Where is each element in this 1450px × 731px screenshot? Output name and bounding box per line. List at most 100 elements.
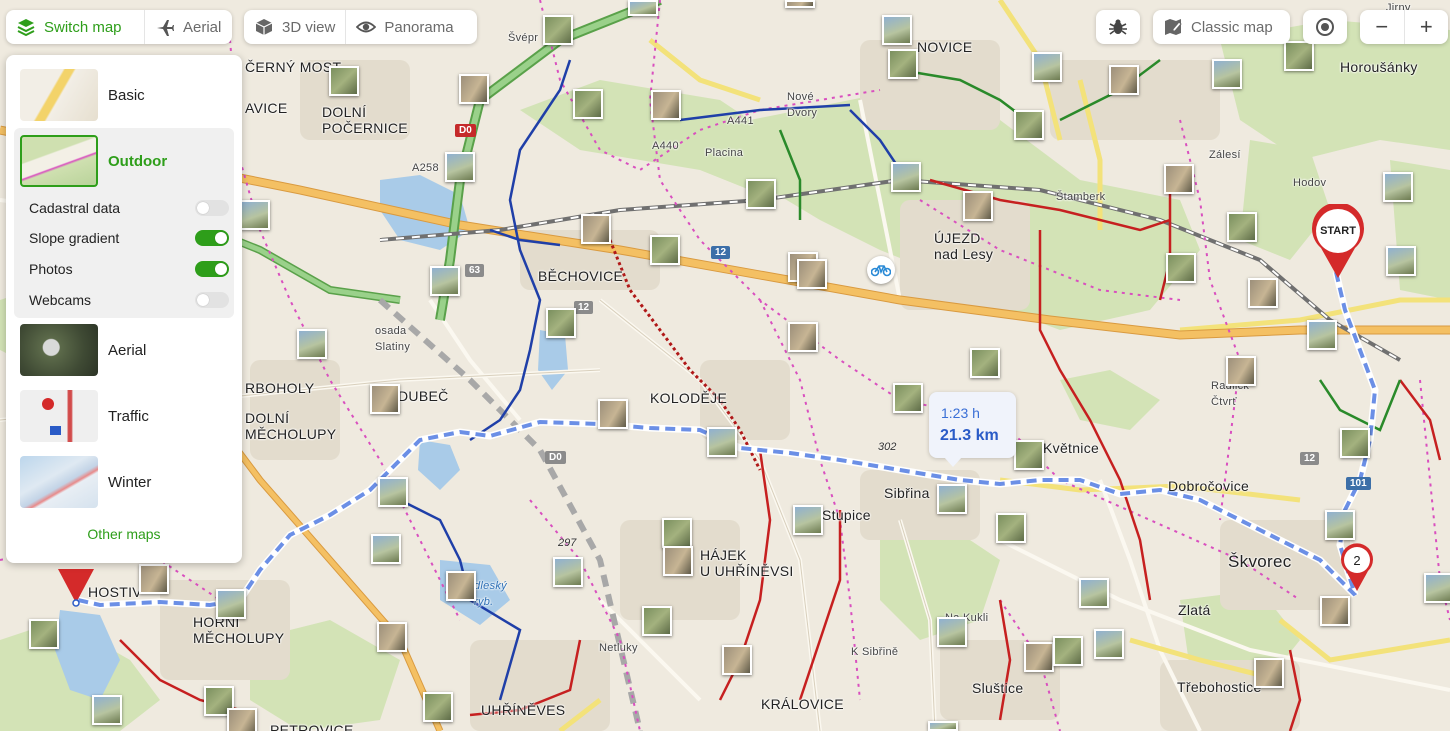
photo-thumbnail[interactable] xyxy=(891,162,921,192)
photo-thumbnail[interactable] xyxy=(888,49,918,79)
photo-thumbnail[interactable] xyxy=(430,266,460,296)
map-option-winter[interactable]: Winter xyxy=(6,451,242,513)
photo-thumbnail[interactable] xyxy=(1014,110,1044,140)
photo-thumbnail[interactable] xyxy=(1248,278,1278,308)
start-marker[interactable]: START xyxy=(1311,202,1365,280)
photo-thumbnail[interactable] xyxy=(1340,428,1370,458)
photo-thumbnail[interactable] xyxy=(240,200,270,230)
photo-thumbnail[interactable] xyxy=(970,348,1000,378)
photo-thumbnail[interactable] xyxy=(893,383,923,413)
photo-thumbnail[interactable] xyxy=(377,622,407,652)
elevation-label: 297 xyxy=(558,537,577,549)
photo-thumbnail[interactable] xyxy=(628,0,658,16)
photo-thumbnail[interactable] xyxy=(139,564,169,594)
photo-thumbnail[interactable] xyxy=(1053,636,1083,666)
photo-thumbnail[interactable] xyxy=(963,191,993,221)
photo-thumbnail[interactable] xyxy=(1227,212,1257,242)
bug-report-button[interactable] xyxy=(1096,10,1140,44)
photo-thumbnail[interactable] xyxy=(722,645,752,675)
photo-thumbnail[interactable] xyxy=(1320,596,1350,626)
photo-thumbnail[interactable] xyxy=(543,15,573,45)
photo-thumbnail[interactable] xyxy=(29,619,59,649)
road-shield-63: 63 xyxy=(465,264,485,277)
photo-thumbnail[interactable] xyxy=(1212,59,1242,89)
photo-thumbnail[interactable] xyxy=(650,235,680,265)
photo-thumbnail[interactable] xyxy=(216,589,246,619)
photo-thumbnail[interactable] xyxy=(1383,172,1413,202)
photo-thumbnail[interactable] xyxy=(1079,578,1109,608)
option-webcams[interactable]: Webcams xyxy=(29,289,229,311)
photo-thumbnail[interactable] xyxy=(1325,510,1355,540)
photo-thumbnail[interactable] xyxy=(797,259,827,289)
photo-thumbnail[interactable] xyxy=(371,534,401,564)
photo-thumbnail[interactable] xyxy=(378,477,408,507)
photo-thumbnail[interactable] xyxy=(785,0,815,8)
classic-map-button[interactable]: Classic map xyxy=(1153,10,1290,44)
place-label: DUBEČ xyxy=(398,388,449,404)
map-option-basic[interactable]: Basic xyxy=(6,64,242,126)
option-cadastral-data[interactable]: Cadastral data xyxy=(29,197,229,219)
aerial-button[interactable]: Aerial xyxy=(145,10,231,44)
webcams-toggle[interactable] xyxy=(195,292,229,308)
photo-thumbnail[interactable] xyxy=(573,89,603,119)
photo-thumbnail[interactable] xyxy=(423,692,453,722)
photo-thumbnail[interactable] xyxy=(553,557,583,587)
photo-thumbnail[interactable] xyxy=(882,15,912,45)
photo-thumbnail[interactable] xyxy=(663,546,693,576)
photo-thumbnail[interactable] xyxy=(1226,356,1256,386)
photo-thumbnail[interactable] xyxy=(227,708,257,731)
photo-thumbnail[interactable] xyxy=(445,152,475,182)
photo-thumbnail[interactable] xyxy=(1307,320,1337,350)
cadastral-toggle[interactable] xyxy=(195,200,229,216)
photo-thumbnail[interactable] xyxy=(937,617,967,647)
photo-thumbnail[interactable] xyxy=(1014,440,1044,470)
photo-thumbnail[interactable] xyxy=(1166,253,1196,283)
photo-thumbnail[interactable] xyxy=(297,329,327,359)
option-photos[interactable]: Photos xyxy=(29,258,229,280)
slope-gradient-toggle[interactable] xyxy=(195,230,229,246)
photo-thumbnail[interactable] xyxy=(1284,41,1314,71)
map-option-outdoor[interactable]: Outdoor xyxy=(6,130,242,192)
photo-thumbnail[interactable] xyxy=(996,513,1026,543)
photo-thumbnail[interactable] xyxy=(92,695,122,725)
photo-thumbnail[interactable] xyxy=(370,384,400,414)
photo-thumbnail[interactable] xyxy=(446,571,476,601)
bicycle-poi-icon[interactable] xyxy=(867,256,895,284)
zoom-in-button[interactable]: + xyxy=(1405,10,1449,44)
photo-thumbnail[interactable] xyxy=(707,427,737,457)
zoom-out-button[interactable]: − xyxy=(1360,10,1404,44)
photo-thumbnail[interactable] xyxy=(329,66,359,96)
photo-thumbnail[interactable] xyxy=(651,90,681,120)
photo-thumbnail[interactable] xyxy=(546,308,576,338)
photo-thumbnail[interactable] xyxy=(1254,658,1284,688)
waypoint-marker[interactable]: 2 xyxy=(1340,543,1374,593)
place-label: ČERNÝ MOST xyxy=(245,59,342,75)
3d-view-button[interactable]: 3D view xyxy=(244,10,345,44)
photo-thumbnail[interactable] xyxy=(459,74,489,104)
switch-map-button[interactable]: Switch map xyxy=(6,10,144,44)
other-maps-link[interactable]: Other maps xyxy=(6,526,242,542)
photo-thumbnail[interactable] xyxy=(1024,642,1054,672)
route-info-bubble[interactable]: 1:23 h 21.3 km xyxy=(929,392,1016,467)
photo-thumbnail[interactable] xyxy=(788,322,818,352)
map-option-traffic[interactable]: Traffic xyxy=(6,385,242,447)
photo-thumbnail[interactable] xyxy=(746,179,776,209)
photo-thumbnail[interactable] xyxy=(1094,629,1124,659)
locate-me-button[interactable] xyxy=(1303,10,1347,44)
photo-thumbnail[interactable] xyxy=(642,606,672,636)
photos-toggle[interactable] xyxy=(195,261,229,277)
photo-thumbnail[interactable] xyxy=(1032,52,1062,82)
photo-thumbnail[interactable] xyxy=(928,721,958,731)
photo-thumbnail[interactable] xyxy=(1424,573,1450,603)
photo-thumbnail[interactable] xyxy=(598,399,628,429)
option-slope-gradient[interactable]: Slope gradient xyxy=(29,227,229,249)
photo-thumbnail[interactable] xyxy=(1109,65,1139,95)
photo-thumbnail[interactable] xyxy=(1386,246,1416,276)
panorama-button[interactable]: Panorama xyxy=(346,10,463,44)
map-option-aerial[interactable]: Aerial xyxy=(6,319,242,381)
photo-thumbnail[interactable] xyxy=(581,214,611,244)
photo-thumbnail[interactable] xyxy=(937,484,967,514)
photo-thumbnail[interactable] xyxy=(793,505,823,535)
photo-thumbnail[interactable] xyxy=(1164,164,1194,194)
photo-thumbnail[interactable] xyxy=(662,518,692,548)
